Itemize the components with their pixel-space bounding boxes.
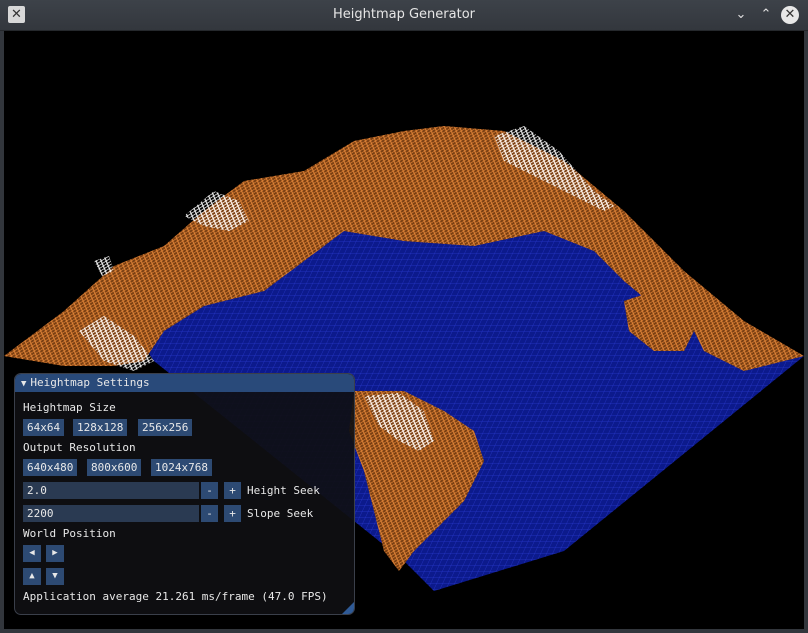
slope-seek-minus-button[interactable]: -: [201, 505, 218, 522]
fps-status: Application average 21.261 ms/frame (47.…: [23, 590, 328, 603]
arrow-right-icon[interactable]: ▶: [46, 545, 64, 562]
height-seek-label: Height Seek: [247, 484, 320, 497]
chevron-down-icon[interactable]: ⌄: [731, 5, 751, 25]
res-640-button[interactable]: 640x480: [23, 459, 78, 476]
height-seek-input[interactable]: 2.0: [23, 482, 199, 499]
size-128-button[interactable]: 128x128: [73, 419, 128, 436]
size-64-button[interactable]: 64x64: [23, 419, 65, 436]
height-seek-plus-button[interactable]: +: [224, 482, 241, 499]
close-icon[interactable]: ✕: [781, 6, 799, 24]
resize-grip[interactable]: [342, 602, 354, 614]
collapse-triangle-icon[interactable]: ▼: [21, 379, 26, 389]
world-position-label: World Position: [23, 527, 116, 540]
res-1024-button[interactable]: 1024x768: [151, 459, 212, 476]
arrow-down-icon[interactable]: ▼: [46, 568, 64, 585]
heightmap-size-label: Heightmap Size: [23, 401, 116, 414]
slope-seek-label: Slope Seek: [247, 507, 314, 520]
window-title: Heightmap Generator: [332, 7, 475, 22]
render-viewport[interactable]: ▼ Heightmap Settings Heightmap Size 64x64…: [4, 31, 804, 629]
height-seek-minus-button[interactable]: -: [201, 482, 218, 499]
chevron-up-icon[interactable]: ⌃: [756, 5, 776, 25]
arrow-up-icon[interactable]: ▲: [23, 568, 41, 585]
heightmap-settings-panel: ▼ Heightmap Settings Heightmap Size 64x64…: [14, 373, 355, 615]
panel-title: Heightmap Settings: [30, 376, 150, 389]
size-256-button[interactable]: 256x256: [138, 419, 193, 436]
res-800-button[interactable]: 800x600: [87, 459, 142, 476]
app-window: ✕ Heightmap Generator ⌄ ⌃ ✕ ▼ Heightmap …: [0, 0, 808, 633]
slope-seek-plus-button[interactable]: +: [224, 505, 241, 522]
arrow-left-icon[interactable]: ◀: [23, 545, 41, 562]
output-resolution-label: Output Resolution: [23, 441, 136, 454]
slope-seek-input[interactable]: 2200: [23, 505, 199, 522]
panel-header[interactable]: ▼ Heightmap Settings: [15, 374, 354, 392]
title-bar[interactable]: ✕ Heightmap Generator ⌄ ⌃ ✕: [0, 0, 808, 31]
